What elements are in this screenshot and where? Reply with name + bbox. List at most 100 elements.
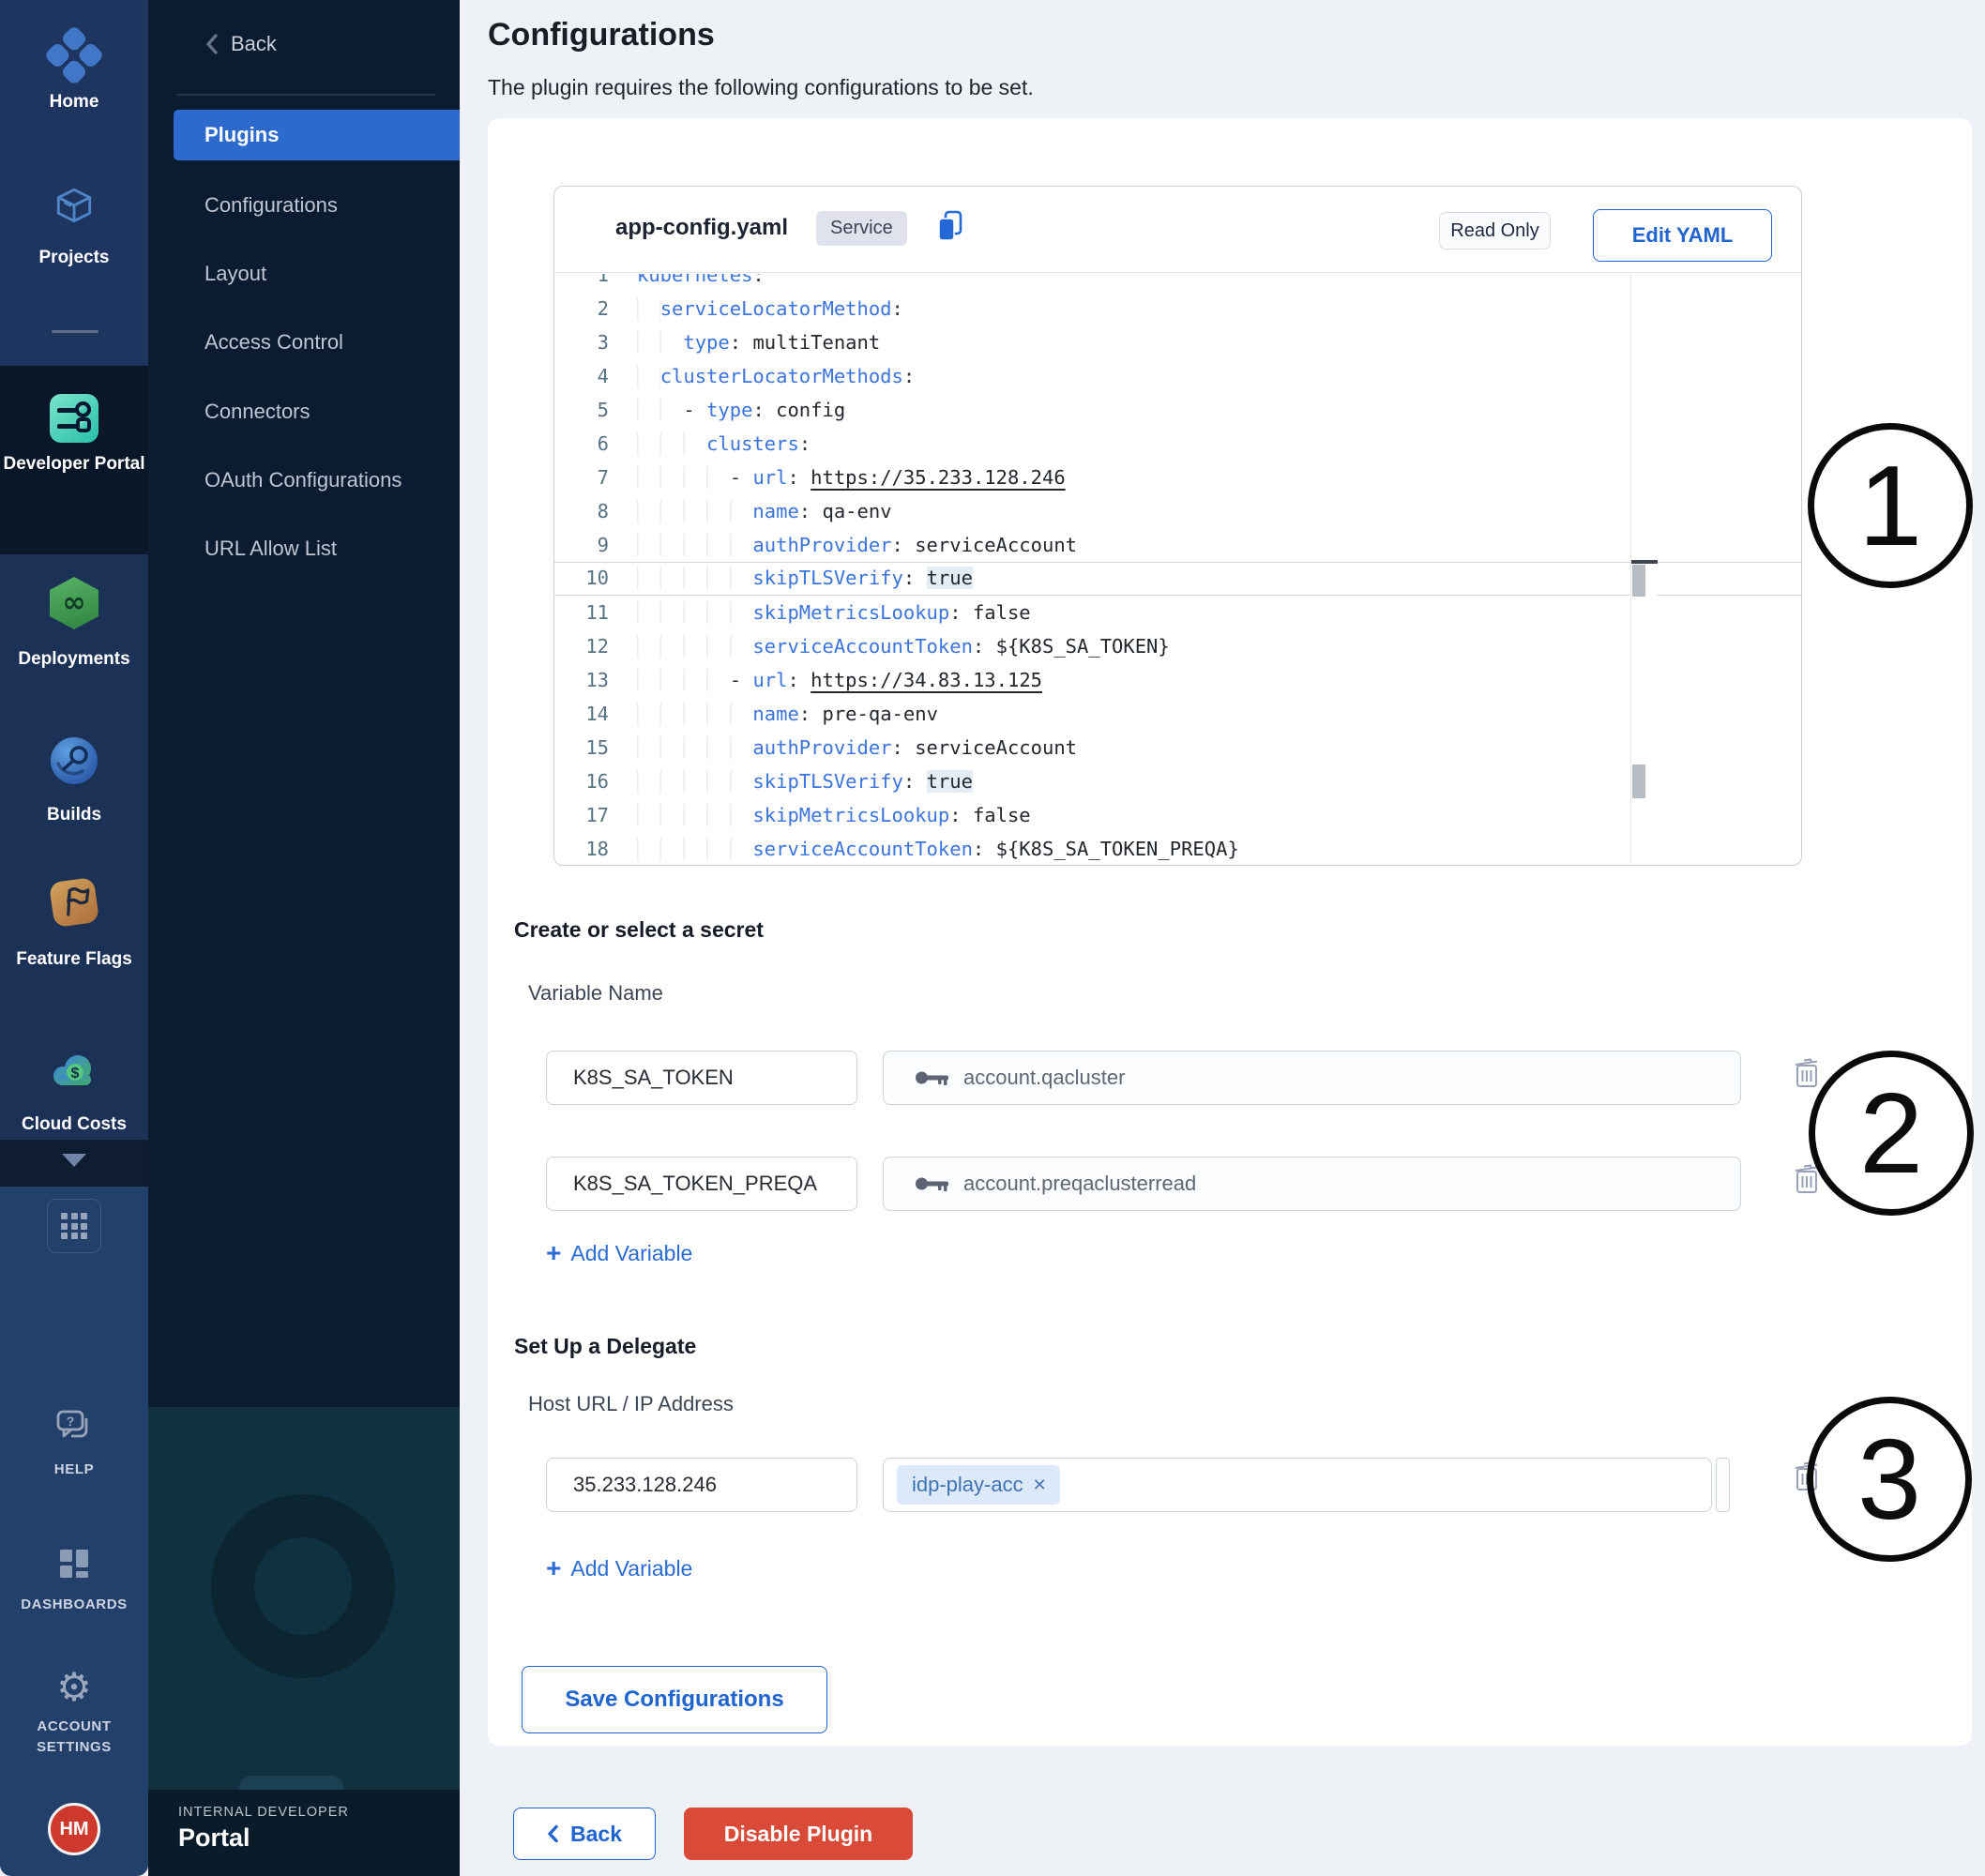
yaml-line: 1kubernetes: <box>554 274 1801 292</box>
delegate-field-end-cap <box>1716 1458 1730 1512</box>
developer-portal-icon[interactable] <box>0 394 148 443</box>
add-variable-link-delegate[interactable]: + Add Variable <box>546 1555 692 1581</box>
back-button[interactable]: Back <box>513 1808 656 1860</box>
variable-name-label: Variable Name <box>528 981 663 1006</box>
scrollbar-mark <box>1632 764 1645 798</box>
yaml-line: 16 skipTLSVerify: true <box>554 764 1801 798</box>
page-title: Configurations <box>488 17 715 53</box>
sidebar-artwork: INTERNAL DEVELOPER Portal <box>148 1407 460 1876</box>
yaml-editor-card: app-config.yaml Service Read Only Edit Y… <box>553 186 1802 866</box>
sidebar-item-configurations[interactable]: Configurations <box>205 193 338 218</box>
plus-icon: + <box>546 1240 561 1266</box>
yaml-line: 11 skipMetricsLookup: false <box>554 596 1801 629</box>
copy-icon <box>934 209 966 243</box>
question-icon: ? <box>67 1414 75 1429</box>
rail-item-dashboards[interactable]: DASHBOARDS <box>0 1595 148 1615</box>
sidebar-item-oauth-configurations[interactable]: OAuth Configurations <box>205 468 402 492</box>
read-only-badge: Read Only <box>1439 212 1551 250</box>
yaml-line: 15 authProvider: serviceAccount <box>554 731 1801 764</box>
scrollbar-cursor-mark <box>1631 560 1658 564</box>
service-badge: Service <box>816 211 907 246</box>
back-link[interactable]: Back <box>205 32 277 56</box>
cloud-costs-icon[interactable]: $ <box>0 1049 148 1092</box>
rail-item-developer-portal[interactable]: Developer Portal <box>0 452 148 476</box>
chevron-down-icon[interactable] <box>0 1154 148 1167</box>
brand-title: Portal <box>178 1823 250 1853</box>
editor-header: app-config.yaml Service Read Only Edit Y… <box>554 187 1801 273</box>
add-variable-link-secrets[interactable]: + Add Variable <box>546 1240 692 1266</box>
grid-icon <box>61 1213 87 1239</box>
yaml-line: 2 serviceLocatorMethod: <box>554 292 1801 325</box>
rail-item-builds[interactable]: Builds <box>0 803 148 826</box>
yaml-line: 9 authProvider: serviceAccount <box>554 528 1801 562</box>
decorative-ring <box>211 1494 395 1678</box>
yaml-line: 5 - type: config <box>554 393 1801 427</box>
sidebar-divider <box>176 94 435 96</box>
feature-flags-icon[interactable] <box>0 880 148 925</box>
deployments-icon[interactable]: ∞ <box>0 577 148 629</box>
key-icon <box>915 1173 950 1194</box>
yaml-line: 3 type: multiTenant <box>554 325 1801 359</box>
yaml-line: 8 name: qa-env <box>554 494 1801 528</box>
file-name: app-config.yaml <box>615 215 788 241</box>
rail-item-feature-flags[interactable]: Feature Flags <box>0 947 148 971</box>
plus-icon: + <box>546 1555 561 1581</box>
copy-button[interactable] <box>934 209 966 248</box>
remove-tag-icon[interactable]: ✕ <box>1033 1475 1047 1495</box>
yaml-code-viewer[interactable]: 1kubernetes:2 serviceLocatorMethod:3 typ… <box>554 274 1801 865</box>
yaml-line: 18 serviceAccountToken: ${K8S_SA_TOKEN_P… <box>554 832 1801 865</box>
sidebar-item-connectors[interactable]: Connectors <box>205 400 311 424</box>
yaml-line: 10 skipTLSVerify: true <box>554 562 1801 596</box>
disable-plugin-button[interactable]: Disable Plugin <box>684 1808 913 1860</box>
page-subtitle: The plugin requires the following config… <box>488 75 1034 100</box>
sidebar-item-layout[interactable]: Layout <box>205 262 266 286</box>
annotation-circle-2: 2 <box>1809 1051 1974 1216</box>
sidebar-item-plugins[interactable]: Plugins <box>174 110 460 160</box>
secret-section-title: Create or select a secret <box>514 917 764 943</box>
variable-name-input-2[interactable] <box>546 1157 857 1211</box>
delegate-tags-field[interactable]: idp-play-acc ✕ <box>883 1458 1712 1512</box>
brand-band: INTERNAL DEVELOPER Portal <box>148 1790 460 1876</box>
yaml-line: 14 name: pre-qa-env <box>554 697 1801 731</box>
host-url-input[interactable] <box>546 1458 857 1512</box>
rail-item-help[interactable]: HELP <box>0 1460 148 1480</box>
host-url-label: Host URL / IP Address <box>528 1392 734 1416</box>
infinity-icon: ∞ <box>63 579 86 628</box>
rail-item-cloud-costs[interactable]: Cloud Costs <box>0 1112 148 1136</box>
yaml-line: 4 clusterLocatorMethods: <box>554 359 1801 393</box>
builds-icon[interactable] <box>0 737 148 784</box>
rail-item-deployments[interactable]: Deployments <box>0 647 148 671</box>
dashboards-icon[interactable] <box>0 1543 148 1584</box>
delegate-tag[interactable]: idp-play-acc ✕ <box>897 1465 1060 1505</box>
sidebar-item-url-allow-list[interactable]: URL Allow List <box>205 537 337 561</box>
secret-select-1[interactable]: account.qacluster <box>883 1051 1741 1105</box>
edit-yaml-button[interactable]: Edit YAML <box>1593 209 1772 262</box>
delete-variable-button-1[interactable] <box>1790 1054 1824 1097</box>
rail-item-account-settings[interactable]: ACCOUNT SETTINGS <box>0 1717 148 1758</box>
editor-scrollbar[interactable] <box>1630 274 1657 865</box>
all-modules-button[interactable] <box>0 1199 148 1253</box>
help-icon[interactable]: ? <box>0 1405 148 1446</box>
key-icon <box>915 1067 950 1088</box>
rail-item-home[interactable]: Home <box>0 90 148 113</box>
yaml-line: 12 serviceAccountToken: ${K8S_SA_TOKEN} <box>554 629 1801 663</box>
configurations-panel: app-config.yaml Service Read Only Edit Y… <box>488 118 1972 1746</box>
plugin-sidebar: Back Plugins Configurations Layout Acces… <box>148 0 460 1876</box>
chevron-left-icon <box>205 33 220 55</box>
sidebar-item-access-control[interactable]: Access Control <box>205 330 343 355</box>
delegate-section-title: Set Up a Delegate <box>514 1334 696 1359</box>
rail-item-projects[interactable]: Projects <box>0 246 148 269</box>
scrollbar-thumb[interactable] <box>1632 565 1645 597</box>
annotation-circle-3: 3 <box>1807 1397 1972 1562</box>
cube-icon[interactable] <box>0 186 148 229</box>
secret-select-2[interactable]: account.preqaclusterread <box>883 1157 1741 1211</box>
harness-home-icon[interactable] <box>0 32 148 79</box>
avatar[interactable]: HM <box>0 1803 148 1855</box>
variable-name-input-1[interactable] <box>546 1051 857 1105</box>
save-configurations-button[interactable]: Save Configurations <box>522 1666 827 1733</box>
app-window: Home Projects Developer Portal ∞ Deploym… <box>0 0 1985 1876</box>
yaml-editor-content: 1kubernetes:2 serviceLocatorMethod:3 typ… <box>554 274 1801 865</box>
rail-divider <box>52 330 98 333</box>
gear-icon[interactable]: ⚙ <box>0 1666 148 1709</box>
dollar-icon: $ <box>71 1066 80 1082</box>
